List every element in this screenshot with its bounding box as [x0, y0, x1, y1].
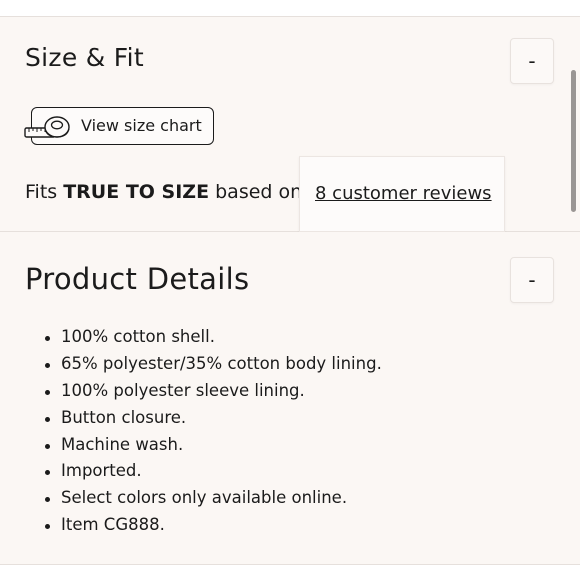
product-details-collapse-button[interactable]: - [510, 257, 554, 303]
list-item: Imported. [25, 458, 382, 485]
product-info-page: Size & Fit - View size chart Fits TRUE T… [0, 0, 580, 580]
list-item: 100% cotton shell. [25, 324, 382, 351]
bullet-icon [45, 416, 50, 422]
measuring-tape-icon [24, 116, 70, 138]
list-item: Machine wash. [25, 432, 382, 459]
fit-emphasis: TRUE TO SIZE [63, 181, 210, 203]
bullet-icon [45, 443, 50, 449]
size-fit-collapse-button[interactable]: - [510, 38, 554, 84]
list-item: Item CG888. [25, 512, 382, 539]
bullet-icon [45, 497, 50, 503]
top-divider [0, 0, 580, 17]
bullet-icon [45, 524, 50, 530]
list-item: Select colors only available online. [25, 485, 382, 512]
bullet-icon [45, 389, 50, 395]
customer-reviews-link[interactable]: 8 customer reviews [315, 183, 492, 204]
list-item: Button closure. [25, 405, 382, 432]
collapse-icon: - [528, 49, 536, 73]
fit-suffix: based on [209, 181, 303, 203]
product-details-list: 100% cotton shell. 65% polyester/35% cot… [25, 324, 382, 539]
product-details-section: Product Details - 100% cotton shell. 65%… [0, 232, 580, 565]
list-item: 100% polyester sleeve lining. [25, 378, 382, 405]
size-fit-title: Size & Fit [25, 43, 145, 72]
bullet-icon [45, 336, 50, 341]
bottom-area [0, 565, 580, 580]
view-size-chart-label: View size chart [81, 116, 202, 135]
bullet-icon [45, 470, 50, 476]
fit-prefix: Fits [25, 181, 64, 203]
view-size-chart-button[interactable]: View size chart [24, 107, 214, 145]
list-item: 65% polyester/35% cotton body lining. [25, 351, 382, 378]
customer-reviews-box[interactable]: 8 customer reviews [299, 156, 505, 232]
scrollbar-thumb[interactable] [571, 70, 576, 212]
bullet-icon [45, 362, 50, 368]
fit-summary: Fits TRUE TO SIZE based on [25, 181, 302, 203]
size-fit-section: Size & Fit - View size chart Fits TRUE T… [0, 17, 580, 232]
collapse-icon: - [528, 268, 536, 292]
product-details-title: Product Details [25, 262, 250, 296]
